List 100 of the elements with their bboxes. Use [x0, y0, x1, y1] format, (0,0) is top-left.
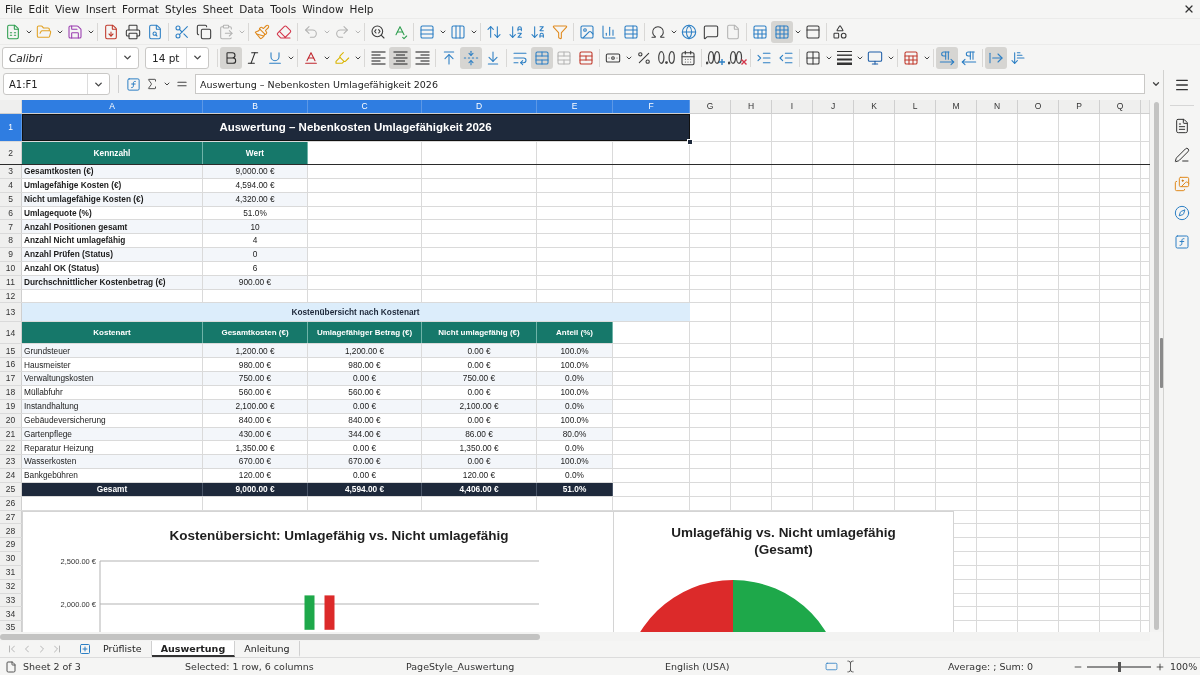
caret-icon [192, 52, 203, 63]
menu-item[interactable]: Tools [270, 2, 297, 16]
table-cell: 9,000.00 € [203, 165, 308, 178]
document-lines-icon [1174, 118, 1190, 134]
menu-item[interactable]: Window [302, 2, 344, 16]
sheet-tab[interactable]: Prüfliste [94, 641, 152, 657]
row-header[interactable]: 9 [0, 248, 22, 261]
row-header[interactable]: 2 [0, 142, 22, 164]
menu-item[interactable]: Data [239, 2, 265, 16]
table-cell: 670.00 € [308, 455, 422, 469]
menu-icon [1174, 77, 1190, 93]
function-icon [126, 76, 141, 92]
row-header[interactable]: 28 [0, 524, 22, 538]
menu-item[interactable]: Insert [85, 2, 116, 16]
table-cell: 0.00 € [422, 344, 537, 358]
globe-icon [681, 23, 697, 40]
table-cell: Wasserkosten [22, 455, 203, 469]
row-header[interactable]: 14 [0, 322, 22, 344]
row-header[interactable]: 8 [0, 234, 22, 248]
column-header[interactable]: C [308, 100, 422, 113]
row-header[interactable]: 17 [0, 372, 22, 385]
delete-decimal-icon [727, 50, 747, 65]
sidebar-grip[interactable] [1160, 338, 1163, 388]
merge-cells-icon [556, 49, 572, 66]
table-icon [623, 23, 639, 40]
column-header[interactable]: E [537, 100, 613, 113]
toolbar-button[interactable] [220, 46, 242, 69]
chart-title: Kostenübersicht: Umlagefähig vs. Nicht umlagefähig [169, 527, 509, 543]
eraser-icon [276, 23, 292, 40]
clipboard-icon [218, 23, 234, 40]
row-header[interactable]: 15 [0, 344, 22, 358]
column-header[interactable]: A [22, 100, 203, 113]
align-left-icon [370, 50, 386, 65]
chart-title: Umlagefähig vs. Nicht umlagefähig (Gesamt) [670, 523, 897, 559]
paintbrush-icon [254, 23, 270, 40]
row-header[interactable]: 30 [0, 552, 22, 565]
row-header[interactable]: 34 [0, 607, 22, 621]
zoom-percentage: 100% [1170, 661, 1198, 672]
bar-chart-icon [601, 23, 617, 40]
caret-icon [122, 52, 133, 63]
row-header[interactable]: 29 [0, 538, 22, 552]
status-text: English (USA) [665, 661, 730, 672]
plus-icon [79, 643, 91, 655]
split-cells-icon [578, 49, 594, 66]
menu-item[interactable]: View [54, 2, 80, 16]
fill-handle[interactable] [687, 139, 693, 145]
menu-item[interactable]: File [5, 2, 23, 16]
row-header[interactable]: 1 [0, 114, 22, 141]
header-cell: Anteil (%) [537, 322, 613, 344]
scrollbar-thumb[interactable] [1154, 102, 1159, 630]
caret-icon [162, 80, 171, 88]
header-cell: Kostenart [22, 322, 203, 344]
column-header[interactable]: B [203, 100, 308, 113]
header-cell: Wert [203, 142, 308, 164]
text-cursor-icon [844, 660, 857, 673]
table-cell: 0.00 € [422, 455, 537, 469]
images-icon [1174, 176, 1190, 192]
formula-input-field[interactable]: Auswertung – Nebenkosten Umlagefähigkeit 2026 [195, 74, 1145, 94]
column-header[interactable]: D [422, 100, 537, 113]
section-title-cell: Kostenübersicht nach Kostenart [22, 303, 690, 322]
column-header[interactable]: F [613, 100, 690, 113]
shapes-icon [832, 23, 848, 40]
menu-item[interactable]: Sheet [202, 2, 234, 16]
row-header[interactable]: 3 [0, 165, 22, 178]
table-cell: Grundsteuer [22, 344, 203, 358]
table-cell: 100.0% [537, 344, 613, 358]
arrow-down-lines-icon [1010, 49, 1026, 66]
pilcrow-right-icon [939, 49, 955, 66]
scissors-icon [174, 23, 190, 40]
menu-item[interactable]: Styles [165, 2, 197, 16]
row-header[interactable]: 22 [0, 441, 22, 455]
percent-icon [636, 49, 652, 66]
add-sheet-button[interactable] [78, 642, 92, 656]
menu-item[interactable]: Edit [28, 2, 49, 16]
row-header[interactable]: 23 [0, 455, 22, 469]
up-down-arrows-icon [486, 23, 502, 40]
header-cell: Gesamtkosten (€) [203, 322, 308, 344]
row-header[interactable]: 7 [0, 220, 22, 234]
table-cell: 0.0% [537, 372, 613, 385]
italic-icon [245, 49, 261, 66]
slider-thumb[interactable] [1118, 661, 1121, 672]
table-cell: 0.00 € [308, 372, 422, 385]
sheet-tab[interactable]: Auswertung [151, 641, 236, 657]
folder-icon [36, 23, 52, 40]
table-cell: 0 [203, 248, 308, 261]
table-cell: 100.0% [537, 455, 613, 469]
speech-bubble-icon [703, 23, 719, 40]
font-size-combobox[interactable]: 14 pt [145, 46, 209, 69]
row-header[interactable]: 16 [0, 358, 22, 372]
redo-icon [334, 23, 350, 40]
row-header[interactable]: 24 [0, 469, 22, 482]
font-name-combobox[interactable]: Calibri [2, 46, 139, 69]
menu-item[interactable]: Help [349, 2, 374, 16]
name-box-combobox[interactable]: A1:F1 [3, 73, 110, 95]
sheet-tab[interactable]: Anleitung [235, 641, 300, 657]
menu-item[interactable]: Format [121, 2, 159, 16]
scrollbar-thumb[interactable] [0, 633, 540, 640]
number-format-icon [657, 51, 675, 64]
row-header[interactable]: 13 [0, 303, 22, 322]
borders-icon [805, 49, 821, 66]
